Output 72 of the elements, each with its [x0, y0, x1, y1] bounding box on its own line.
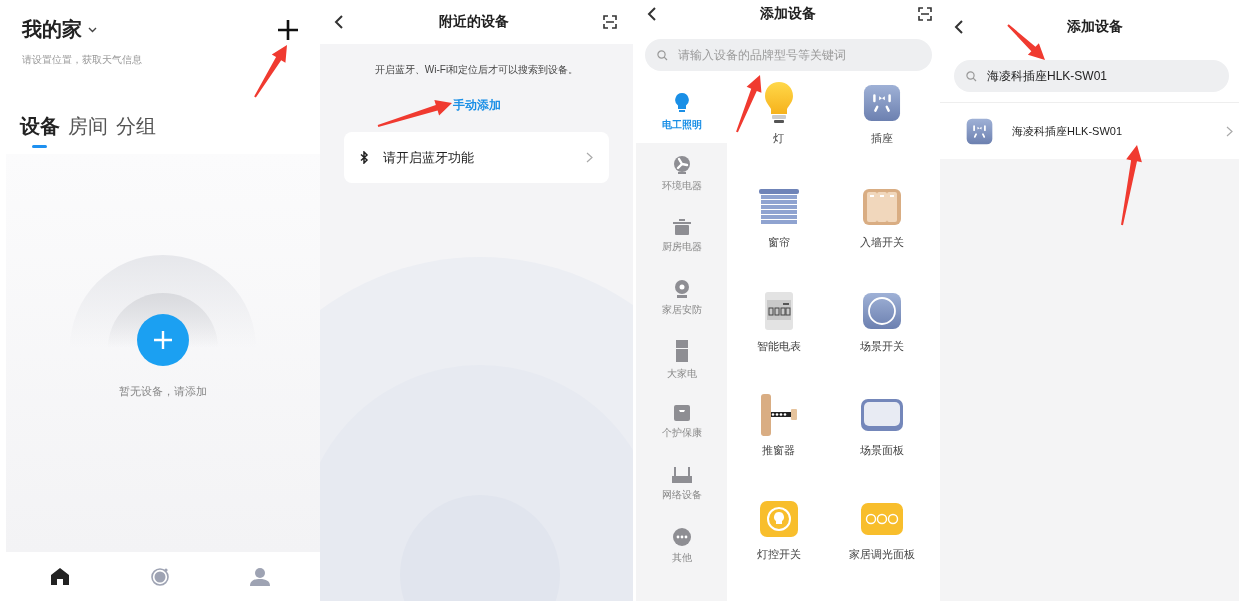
blinds-icon [758, 189, 799, 225]
category-item[interactable]: 个护保康 [636, 391, 727, 453]
light-bulb-icon [674, 92, 689, 113]
tab[interactable]: 房间 [68, 113, 108, 148]
category-item[interactable]: 家居安防 [636, 267, 727, 329]
scan-icon[interactable] [603, 15, 617, 29]
add-icon[interactable] [278, 19, 298, 40]
device-type-label: 插座 [871, 131, 894, 146]
annotation-arrow [254, 45, 287, 98]
bluetooth-hint: 开启蓝牙、Wi-Fi和定位后才可以搜索到设备。 [374, 63, 579, 77]
scan-icon[interactable] [918, 6, 932, 21]
socket-icon [863, 84, 902, 122]
search-result-row[interactable]: 海凌科插座HLK-SW01 [940, 103, 1239, 159]
pot-icon [672, 218, 691, 235]
category-item[interactable]: 厨房电器 [636, 205, 727, 267]
screen-title: 附近的设备 [438, 13, 509, 31]
window-pusher-icon [758, 394, 799, 436]
search-icon [966, 71, 977, 82]
home-icon[interactable] [51, 568, 69, 585]
back-icon[interactable] [954, 19, 964, 35]
tab[interactable]: 分组 [116, 113, 156, 148]
plus-icon [153, 330, 173, 350]
screen-title: 添加设备 [759, 4, 816, 23]
light-switch-icon [759, 501, 798, 537]
search-icon [657, 50, 668, 61]
device-type-label: 灯 [773, 131, 785, 146]
refrigerator-icon [675, 339, 688, 362]
chevron-icon [586, 152, 593, 163]
scale-icon [673, 404, 690, 421]
bluetooth-icon [360, 151, 369, 164]
category-item[interactable]: 网络设备 [636, 453, 727, 515]
location-hint: 请设置位置，获取天气信息 [22, 53, 143, 67]
bluetooth-row-label: 请开启蓝牙功能 [383, 148, 475, 167]
electric-meter-icon [764, 292, 793, 330]
device-type-label: 智能电表 [756, 339, 801, 354]
back-icon[interactable] [334, 14, 344, 30]
bluetooth-row[interactable]: 请开启蓝牙功能 [344, 132, 609, 183]
dimmer-panel-icon [861, 503, 904, 535]
category-item[interactable]: 电工照明 [636, 81, 727, 143]
search-field[interactable]: 海凌科插座HLK-SW01 [954, 60, 1229, 92]
camera-icon [673, 279, 690, 298]
dropdown-caret-icon[interactable] [88, 26, 97, 33]
tab[interactable]: 设备 [20, 113, 60, 148]
device-type-label: 场景面板 [860, 443, 905, 458]
router-icon [671, 466, 692, 483]
category-item[interactable]: 其他 [636, 515, 727, 577]
annotation-arrow [736, 75, 762, 133]
manual-add-link[interactable]: 手动添加 [452, 97, 501, 114]
device-type-label: 推窗器 [762, 443, 796, 458]
category-item[interactable]: 环境电器 [636, 143, 727, 205]
add-device-button[interactable] [137, 314, 189, 366]
category-item[interactable]: 大家电 [636, 329, 727, 391]
search-field[interactable]: 请输入设备的品牌型号等关键词 [645, 39, 932, 71]
device-type-label: 窗帘 [767, 235, 790, 250]
device-type-label: 场景开关 [860, 339, 905, 354]
device-type-label: 入墙开关 [860, 235, 905, 250]
empty-state-text: 暂无设备，请添加 [119, 384, 207, 399]
search-result-label: 海凌科插座HLK-SW01 [1012, 123, 1124, 139]
home-title: 我的家 [22, 17, 82, 42]
device-type-label: 家居调光面板 [849, 547, 916, 562]
device-type-label: 灯控开关 [756, 547, 801, 562]
round-switch-icon [863, 293, 902, 329]
socket-icon [966, 117, 993, 145]
wall-switch-icon [863, 189, 902, 225]
chevron-icon [1226, 125, 1233, 137]
fan-icon [672, 155, 691, 174]
light-bulb-icon [763, 81, 794, 125]
panel-icon [861, 399, 904, 431]
screen-title: 添加设备 [1067, 18, 1123, 36]
annotation-arrow [1007, 24, 1045, 60]
more-icon [672, 527, 691, 546]
back-icon[interactable] [647, 5, 657, 22]
